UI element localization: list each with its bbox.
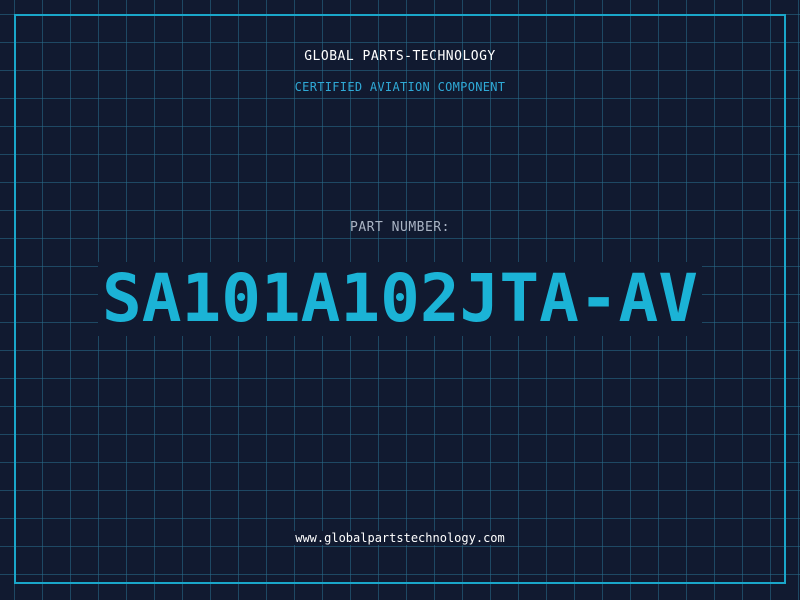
company-name: GLOBAL PARTS-TECHNOLOGY [304, 49, 496, 64]
certification-subtitle: CERTIFIED AVIATION COMPONENT [294, 80, 506, 94]
label-canvas: GLOBAL PARTS-TECHNOLOGY CERTIFIED AVIATI… [0, 0, 800, 600]
website-url: www.globalpartstechnology.com [293, 531, 507, 545]
part-number-container: SA101A102JTA-AV [0, 262, 800, 336]
part-number-value: SA101A102JTA-AV [97, 262, 703, 336]
website-footer: www.globalpartstechnology.com [0, 531, 800, 545]
part-number-label: PART NUMBER: [350, 220, 450, 235]
